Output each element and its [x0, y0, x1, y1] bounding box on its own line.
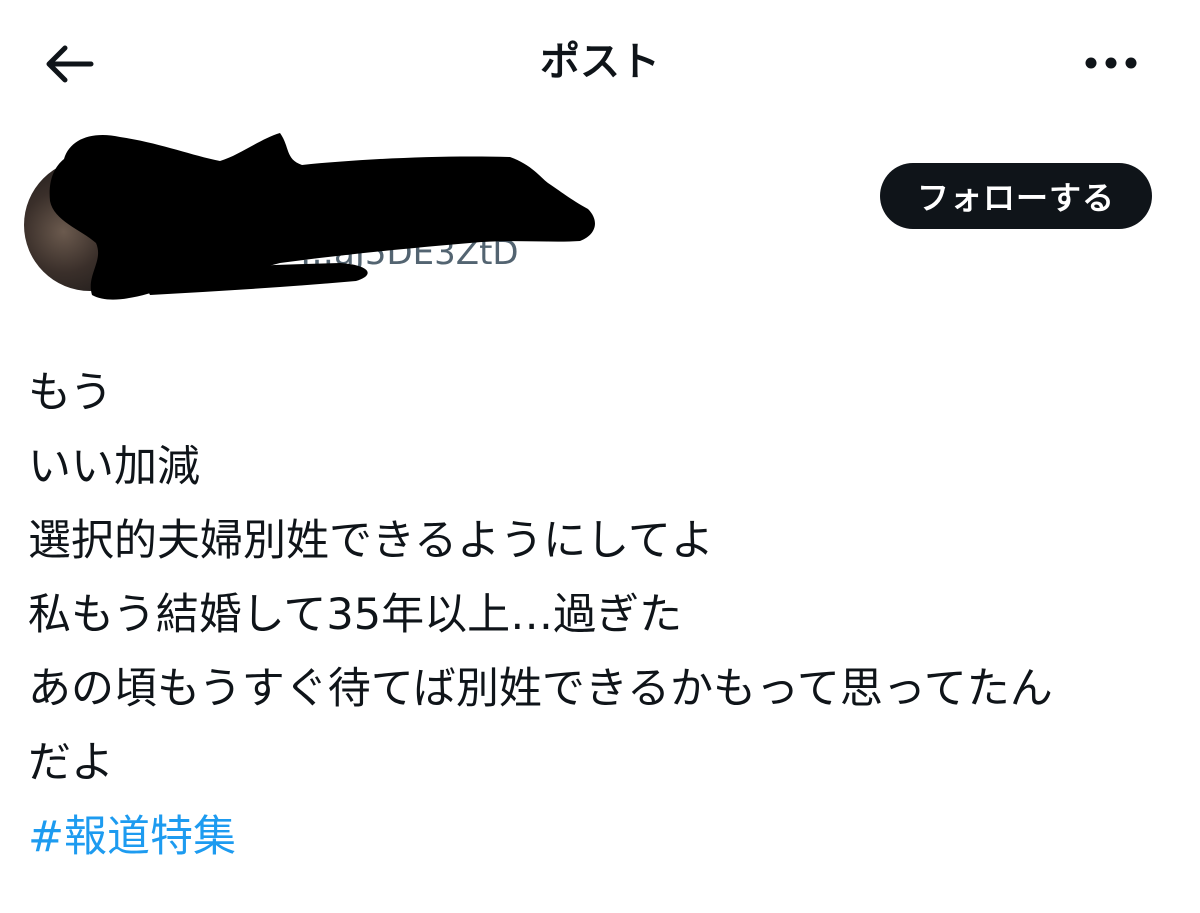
post-line: もう [28, 368, 113, 418]
arrow-left-icon [46, 45, 94, 83]
ellipsis-icon [1085, 57, 1137, 69]
post-line: いい加減 [28, 442, 200, 492]
post-line: あの頃もうすぐ待てば別姓できるかもって思ってたん [28, 664, 1053, 714]
post-text: もう いい加減 選択的夫婦別姓できるようにしてよ 私もう結婚して35年以上…過ぎ… [28, 356, 1178, 874]
post-line: 選択的夫婦別姓できるようにしてよ [28, 516, 714, 566]
top-bar: ポスト [0, 0, 1200, 125]
back-button[interactable] [38, 36, 100, 92]
redaction-mark [49, 133, 595, 300]
hashtag-link[interactable]: #報道特集 [28, 800, 236, 874]
follow-button[interactable]: フォローする [880, 163, 1152, 229]
author-row: …aJ5DE3ZtD フォローする [0, 125, 1200, 325]
post-line: 私もう結婚して35年以上…過ぎた [28, 590, 683, 640]
post-line: だよ [28, 738, 114, 788]
more-options-button[interactable] [1078, 38, 1144, 88]
page-title: ポスト [540, 39, 660, 85]
